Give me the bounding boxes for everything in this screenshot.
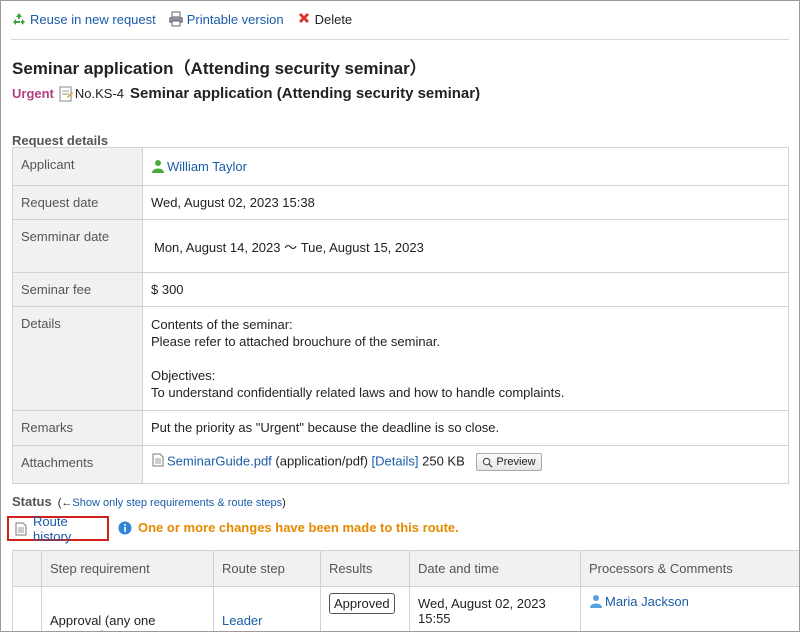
toolbar-divider xyxy=(11,39,789,40)
route-header-results: Results xyxy=(320,550,410,587)
remarks-label: Remarks xyxy=(12,410,143,446)
detail-row-details: Details Contents of the seminar: Please … xyxy=(12,306,789,411)
delete-button[interactable]: Delete xyxy=(296,11,353,27)
print-label: Printable version xyxy=(186,11,284,27)
toolbar: Reuse in new request Printable version D… xyxy=(11,10,352,28)
request-details-table: Applicant William Taylor Request date We… xyxy=(12,147,789,484)
seminar-fee-value: $ 300 xyxy=(142,272,789,307)
delete-x-icon xyxy=(296,11,312,27)
printable-version-button[interactable]: Printable version xyxy=(168,11,284,27)
status-title: Status xyxy=(12,494,52,509)
route-history-button[interactable]: Route history xyxy=(7,513,109,544)
page-title: Seminar application（Attending security s… xyxy=(12,59,427,78)
file-icon xyxy=(151,453,165,467)
processor-link[interactable]: Maria Jackson xyxy=(605,594,689,609)
request-title: Seminar application (Attending security … xyxy=(130,85,481,102)
route-step-requirement: Approval (any one approver) xyxy=(41,586,214,631)
detail-row-seminar-fee: Seminar fee $ 300 xyxy=(12,272,789,307)
reuse-button[interactable]: Reuse in new request xyxy=(11,11,156,27)
attachment-link[interactable]: SeminarGuide.pdf xyxy=(167,453,272,468)
detail-row-attachments: Attachments SeminarGuide.pdf (applicatio… xyxy=(12,445,789,484)
route-row: Approval (any one approver) Leader Appro… xyxy=(12,586,799,631)
details-line: To understand confidentially related law… xyxy=(151,385,565,400)
route-history-label: Route history xyxy=(33,513,72,544)
status-close-paren: ) xyxy=(282,497,286,509)
details-line: Contents of the seminar: xyxy=(151,317,293,332)
detail-row-seminar-date: Semminar date Mon, August 14, 2023 〜 Tue… xyxy=(12,219,789,273)
reuse-label: Reuse in new request xyxy=(30,11,156,27)
approved-badge: Approved xyxy=(329,593,395,614)
route-header-processors: Processors & Comments xyxy=(580,550,799,587)
priority-badge: Urgent xyxy=(12,86,54,101)
info-icon xyxy=(118,521,132,535)
seminar-date-label: Semminar date xyxy=(12,219,143,273)
detail-row-remarks: Remarks Put the priority as "Urgent" bec… xyxy=(12,410,789,446)
request-header: Urgent No.KS-4 Seminar application (Atte… xyxy=(12,85,480,102)
seminar-date-value: Mon, August 14, 2023 〜 Tue, August 15, 2… xyxy=(142,219,789,273)
notice-text: One or more changes have been made to th… xyxy=(138,520,459,535)
request-details-heading: Request details xyxy=(12,133,109,148)
preview-label: Preview xyxy=(496,456,536,468)
form-document-icon xyxy=(58,86,74,102)
show-step-requirements-link[interactable]: Show only step requirements & route step… xyxy=(72,497,282,509)
route-header-date-time: Date and time xyxy=(409,550,581,587)
delete-label: Delete xyxy=(314,11,353,27)
document-icon xyxy=(14,522,28,536)
details-label: Details xyxy=(12,306,143,411)
detail-row-request-date: Request date Wed, August 02, 2023 15:38 xyxy=(12,185,789,220)
attachment-size: 250 KB xyxy=(422,453,465,469)
attachment-type: (application/pdf) xyxy=(275,453,368,469)
request-date-label: Request date xyxy=(12,185,143,220)
printer-icon xyxy=(168,11,184,27)
request-number: No.KS-4 xyxy=(74,86,125,101)
attachments-label: Attachments xyxy=(12,445,143,484)
route-table-header: Step requirement Route step Results Date… xyxy=(12,550,799,587)
route-header-blank xyxy=(12,550,42,587)
detail-row-applicant: Applicant William Taylor xyxy=(12,147,789,186)
workflow-request-view: Reuse in new request Printable version D… xyxy=(0,0,800,632)
route-change-notice: One or more changes have been made to th… xyxy=(118,520,459,535)
applicant-link[interactable]: William Taylor xyxy=(167,159,247,174)
route-row-blank xyxy=(12,586,42,631)
remarks-value: Put the priority as "Urgent" because the… xyxy=(142,410,789,446)
details-blank-line xyxy=(151,350,780,367)
status-header: Status (←Show only step requirements & r… xyxy=(12,494,286,509)
route-datetime: Wed, August 02, 2023 15:55 xyxy=(409,586,581,631)
route-header-step-requirement: Step requirement xyxy=(41,550,214,587)
recycle-icon xyxy=(11,11,27,27)
preview-button[interactable]: Preview xyxy=(476,453,542,471)
details-line: Please refer to attached brouchure of th… xyxy=(151,334,441,349)
seminar-fee-label: Seminar fee xyxy=(12,272,143,307)
details-value: Contents of the seminar: Please refer to… xyxy=(142,306,789,411)
applicant-label: Applicant xyxy=(12,147,143,186)
attachment-details-link[interactable]: [Details] xyxy=(372,453,419,468)
magnifier-icon xyxy=(483,457,494,468)
route-header-route-step: Route step xyxy=(213,550,321,587)
request-date-value: Wed, August 02, 2023 15:38 xyxy=(142,185,789,220)
status-arrow: (← xyxy=(57,497,73,509)
user-icon xyxy=(589,594,603,608)
user-icon xyxy=(151,159,165,173)
details-line: Objectives: xyxy=(151,368,216,383)
route-table: Step requirement Route step Results Date… xyxy=(12,550,799,631)
route-step-link[interactable]: Leader xyxy=(222,613,262,628)
